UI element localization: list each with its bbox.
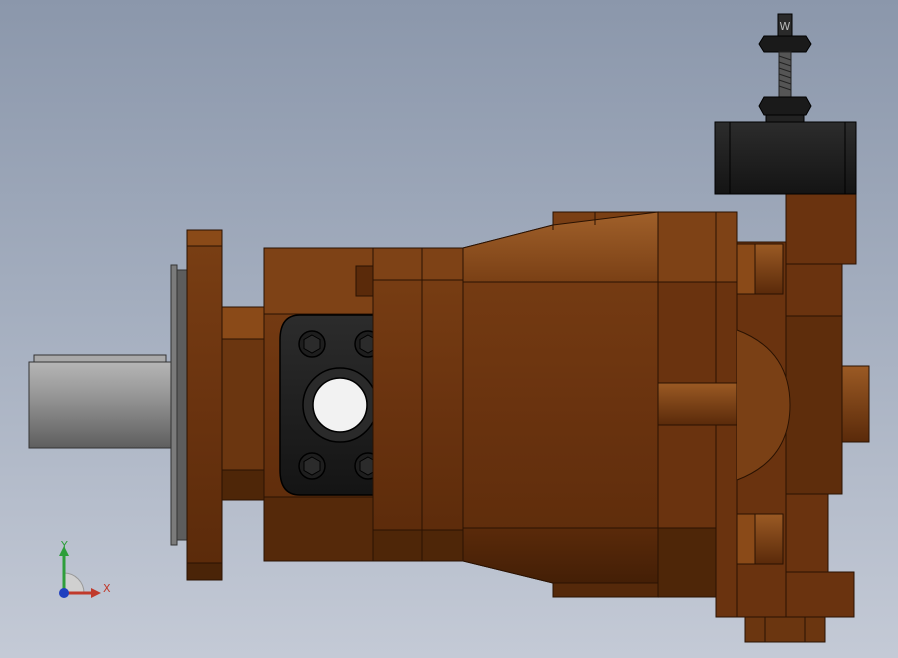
port-bore [312, 377, 368, 433]
side-stub [355, 265, 374, 297]
middle-housing[interactable] [372, 247, 464, 562]
x-axis-label: X [103, 582, 111, 595]
pump-model[interactable]: W [0, 0, 898, 658]
cad-3d-viewport[interactable]: W Y X [0, 0, 898, 658]
plug-upper [736, 243, 784, 295]
orientation-triad: Y X [50, 538, 116, 604]
mounting-flange[interactable] [186, 229, 223, 581]
drive-shaft[interactable] [28, 354, 172, 449]
bottom-plug [744, 616, 826, 643]
z-axis-dot [59, 588, 69, 598]
svg-text:W: W [780, 20, 791, 33]
shaft-seal-ring [170, 264, 188, 546]
adjustment-screw[interactable]: W [758, 13, 812, 123]
y-axis-label: Y [61, 539, 68, 552]
barrel-housing[interactable] [462, 211, 659, 598]
control-block[interactable] [714, 121, 857, 195]
bolt-head [298, 452, 326, 480]
plug-lower [736, 513, 784, 565]
flange-neck [221, 306, 265, 501]
bolt-head [298, 330, 326, 358]
